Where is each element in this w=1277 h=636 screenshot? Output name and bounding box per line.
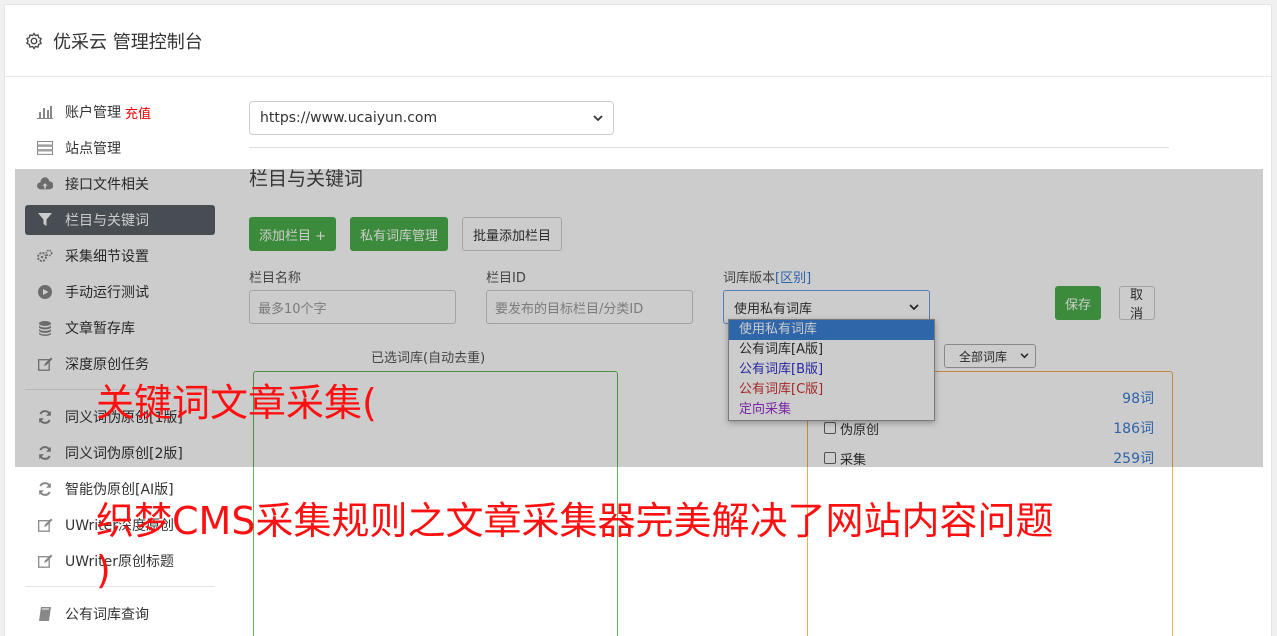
gear-icon [26, 32, 42, 49]
page-title: 优采云 管理控制台 [53, 31, 203, 53]
sidebar-item-label: 站点管理 [65, 141, 121, 157]
sidebar-item-label: 账户管理 [65, 105, 121, 121]
edit-icon [37, 517, 53, 533]
recharge-link[interactable]: 充值 [125, 103, 151, 122]
sidebar-item-uwriter-title[interactable]: UWriter原创标题 [25, 546, 215, 576]
sidebar-divider [25, 586, 215, 587]
overlay-caption-line1: 关键词文章采集( [96, 381, 377, 425]
sidebar-item-public-lib[interactable]: 公有词库查询 [25, 599, 215, 629]
book-icon [37, 606, 53, 622]
overlay-caption-line3: ) [96, 548, 111, 592]
server-icon [37, 140, 53, 156]
chevron-down-icon [593, 114, 603, 121]
refresh-icon [37, 481, 53, 497]
overlay-caption-line2: 织梦CMS采集规则之文章采集器完美解决了网站内容问题 [96, 499, 1054, 543]
sidebar-item-sites[interactable]: 站点管理 [25, 133, 215, 163]
site-select-value: https://www.ucaiyun.com [260, 110, 438, 126]
bar-chart-icon [37, 104, 53, 120]
sidebar-item-label: UWriter原创标题 [65, 554, 174, 570]
sidebar-item-account[interactable]: 账户管理 充值 [25, 97, 215, 127]
divider [249, 147, 1169, 148]
card-header: 优采云 管理控制台 [5, 5, 1271, 77]
edit-icon [37, 553, 53, 569]
sidebar-item-label: 公有词库查询 [65, 607, 149, 623]
site-select[interactable]: https://www.ucaiyun.com [249, 101, 614, 135]
